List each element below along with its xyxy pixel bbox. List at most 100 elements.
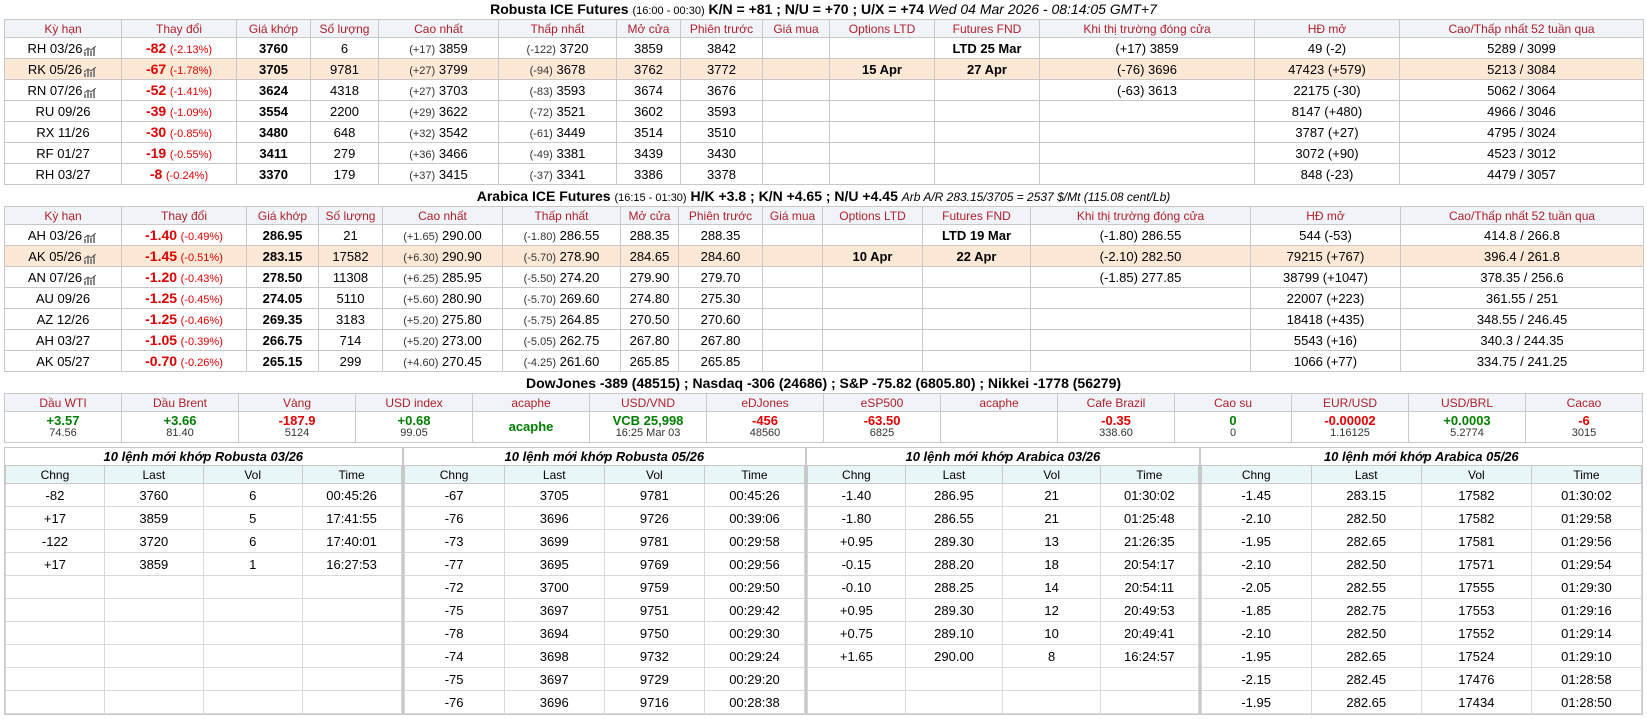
- market-change[interactable]: acaphe: [474, 420, 588, 433]
- arabica-high-cell: (+5.20) 273.00: [382, 329, 503, 351]
- trades-table: Chng Last Vol Time -82 3760 6 00:45:26 +17 3859 5 1…: [5, 465, 402, 714]
- trade-volume: 8: [1002, 644, 1101, 668]
- robusta-high: 3799: [438, 61, 468, 77]
- arabica-change-pct: (-0.26%): [180, 357, 223, 369]
- robusta-bid: [762, 121, 830, 143]
- chart-icon[interactable]: [84, 44, 98, 57]
- market-value: 5.2774: [1450, 427, 1484, 439]
- robusta-title: Robusta ICE Futures: [490, 1, 629, 17]
- arabica-high-cell: (+6.30) 290.90: [382, 245, 503, 267]
- trade-row: -1.95 282.65 17524 01:29:10: [1200, 644, 1643, 668]
- robusta-options-ltd: 15 Apr: [829, 58, 935, 80]
- market-change: -63.50: [863, 413, 901, 428]
- arabica-col-header-11: Khi thị trường đóng cửa: [1030, 206, 1251, 225]
- trade-volume: [1002, 690, 1101, 714]
- arabica-open-interest: 18418 (+435): [1250, 308, 1401, 330]
- trade-volume: 14: [1002, 575, 1101, 599]
- market-change: +0.0003: [1443, 413, 1491, 428]
- market-cell-6: -456 48560: [706, 411, 824, 443]
- arabica-low-cell: (-5.05) 262.75: [502, 329, 621, 351]
- recent-trades-section: 10 lệnh mới khớp Robusta 03/26 Chng Last Vo…: [4, 447, 1643, 715]
- trade-time: [301, 621, 402, 645]
- arabica-low-cell: (-4.25) 261.60: [502, 350, 621, 372]
- robusta-term: RN 07/26: [27, 82, 83, 98]
- robusta-high-diff: (+17): [409, 43, 436, 56]
- chart-icon[interactable]: [84, 86, 98, 99]
- robusta-bid: [762, 142, 830, 164]
- chart-icon[interactable]: [83, 231, 98, 244]
- trades-col-header: Time: [301, 465, 402, 484]
- trade-time: [301, 575, 402, 599]
- robusta-close-price: (-76) 3696: [1039, 58, 1255, 80]
- trade-volume: 10: [1002, 621, 1101, 645]
- arabica-prev-close: 270.60: [678, 308, 763, 330]
- trade-row: -82 3760 6 00:45:26: [5, 483, 402, 507]
- trade-change: -76: [403, 506, 505, 530]
- robusta-futures-fnd: [934, 163, 1040, 185]
- robusta-high: 3415: [438, 166, 468, 182]
- robusta-low: 3381: [556, 145, 586, 161]
- market-change: +3.57: [46, 413, 80, 428]
- robusta-low: 3449: [556, 124, 586, 140]
- trade-change: [5, 690, 105, 714]
- trade-last: 3697: [503, 598, 605, 622]
- robusta-prev-close: 3430: [680, 142, 763, 164]
- trades-table: Chng Last Vol Time -1.40 286.95 21 01:30:02 -1.8…: [807, 465, 1199, 714]
- trade-time: 01:25:48: [1099, 506, 1199, 530]
- robusta-high-diff: (+27): [409, 85, 436, 98]
- arabica-options-ltd: [822, 329, 923, 351]
- arabica-open-interest: 79215 (+767): [1250, 245, 1401, 267]
- trade-time: 20:54:11: [1099, 575, 1199, 599]
- robusta-open: 3602: [616, 100, 681, 122]
- arabica-last-price: 274.05: [246, 287, 319, 309]
- trades-col-header: Chng: [403, 465, 505, 484]
- robusta-close-price: (-63) 3613: [1039, 79, 1255, 101]
- market-header-7: eSP500: [823, 393, 941, 412]
- robusta-row: RX 11/26 -30 (-0.85%) 3480 648 (+32) 3542 (-6…: [4, 121, 1644, 143]
- robusta-col-header-1: Thay đổi: [121, 19, 237, 38]
- arabica-col-header-10: Futures FND: [922, 206, 1031, 225]
- trade-last: 282.55: [1310, 575, 1422, 599]
- trade-change: -0.10: [807, 575, 906, 599]
- robusta-options-ltd: [829, 37, 935, 59]
- chart-icon[interactable]: [83, 273, 98, 286]
- trade-volume: [202, 690, 303, 714]
- trade-volume: 17581: [1420, 529, 1532, 553]
- robusta-low: 3720: [559, 40, 589, 56]
- robusta-change-cell: -8 (-0.24%): [121, 163, 237, 185]
- robusta-col-header-5: Thấp nhất: [498, 19, 617, 38]
- arabica-row: AN 07/26 -1.20 (-0.43%) 278.50 11308 (+6.25)…: [4, 266, 1644, 288]
- robusta-change-value: -8: [149, 166, 163, 182]
- robusta-bid: [762, 37, 830, 59]
- arabica-col-header-3: Số lượng: [318, 206, 383, 225]
- trade-change: [5, 575, 105, 599]
- trades-col-header: Time: [1530, 465, 1643, 484]
- robusta-change-cell: -52 (-1.41%): [121, 79, 237, 101]
- market-change: -0.00002: [1324, 413, 1376, 428]
- arabica-close-price: [1030, 287, 1251, 309]
- arabica-term: AZ 12/26: [36, 311, 90, 327]
- chart-icon[interactable]: [83, 252, 98, 265]
- robusta-term-cell: RF 01/27: [4, 142, 122, 164]
- trade-change: [807, 690, 906, 714]
- arabica-change-cell: -1.25 (-0.46%): [121, 308, 247, 330]
- chart-icon[interactable]: [83, 65, 98, 78]
- trades-header-row: Chng Last Vol Time: [1200, 465, 1643, 484]
- robusta-high: 3542: [438, 124, 468, 140]
- market-value: 338.60: [1099, 427, 1133, 439]
- trade-volume: [202, 644, 303, 668]
- arabica-change-cell: -1.20 (-0.43%): [121, 266, 247, 288]
- trade-volume: [202, 575, 303, 599]
- market-cell-12: +0.0003 5.2774: [1408, 411, 1526, 443]
- trades-block-title: 10 lệnh mới khớp Robusta 03/26: [103, 449, 304, 464]
- robusta-change-pct: (-0.85%): [169, 128, 213, 140]
- trade-volume: 17524: [1420, 644, 1532, 668]
- arabica-change-value: -1.25: [145, 311, 178, 327]
- trade-change: -75: [403, 598, 505, 622]
- trade-change: -1.85: [1200, 598, 1312, 622]
- market-header-10: Cao su: [1174, 393, 1292, 412]
- arabica-futures-fnd: 22 Apr: [922, 245, 1031, 267]
- trades-col-header: Last: [503, 465, 605, 484]
- trade-time: 20:49:41: [1099, 621, 1199, 645]
- robusta-change-pct: (-1.09%): [169, 107, 213, 119]
